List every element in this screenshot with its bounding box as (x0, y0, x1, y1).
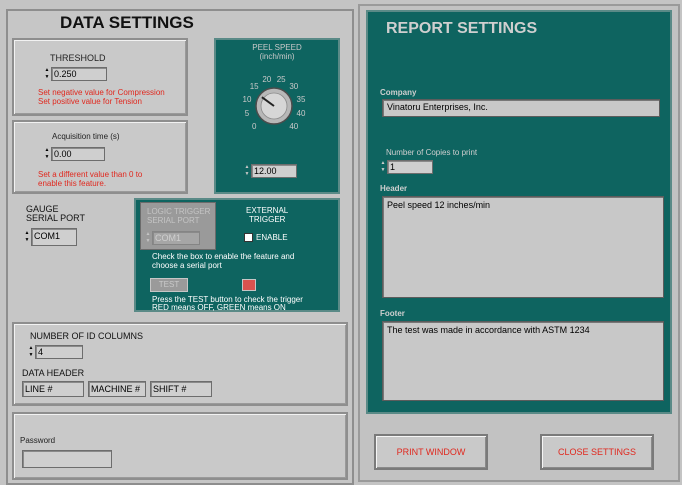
trigger-help-4: RED means OFF, GREEN means ON (152, 303, 286, 312)
trigger-help-1: Check the box to enable the feature and (152, 252, 295, 261)
header-textarea[interactable]: Peel speed 12 inches/min (382, 196, 664, 298)
header-field-shift[interactable]: SHIFT # (150, 381, 212, 397)
data-settings-title: DATA SETTINGS (60, 13, 194, 32)
logic-serial-label: SERIAL PORT (147, 216, 200, 225)
header-label: Header (380, 184, 408, 193)
dial-tick-label: 15 (250, 82, 259, 91)
external-trigger-label: EXTERNAL (246, 206, 289, 215)
dial-tick-label: 30 (289, 82, 298, 91)
trigger-panel: LOGIC TRIGGER SERIAL PORT ▲ ▼ COM1 EXTERN… (134, 198, 340, 312)
logic-trigger-label: LOGIC TRIGGER (147, 207, 211, 216)
copies-label: Number of Copies to print (386, 148, 478, 157)
data-header-label: DATA HEADER (22, 368, 85, 378)
id-columns-stepper[interactable]: ▲ ▼ (28, 345, 34, 359)
threshold-note-2: Set positive value for Tension (38, 97, 142, 106)
password-input[interactable] (22, 450, 112, 468)
footer-label: Footer (380, 309, 405, 318)
gauge-serial-label: SERIAL PORT (26, 213, 86, 223)
threshold-control: ▲ ▼ 0.250 (44, 67, 107, 81)
threshold-note-1: Set negative value for Compression (38, 88, 165, 97)
dial-tick-label: 35 (297, 95, 306, 104)
print-window-button[interactable]: PRINT WINDOW (374, 434, 488, 470)
gauge-port-select[interactable]: COM1 (31, 228, 77, 246)
company-input[interactable]: Vinatoru Enterprises, Inc. (382, 99, 660, 117)
acquisition-stepper[interactable]: ▲ ▼ (44, 147, 50, 161)
footer-textarea[interactable]: The test was made in accordance with AST… (382, 321, 664, 401)
gauge-port-stepper[interactable]: ▲ ▼ (24, 230, 30, 244)
password-label: Password (20, 436, 56, 445)
dial-tick-label: 40 (289, 122, 298, 131)
close-settings-button[interactable]: CLOSE SETTINGS (540, 434, 654, 470)
threshold-label: THRESHOLD (50, 53, 106, 63)
peel-speed-input[interactable]: 12.00 (251, 164, 297, 178)
enable-label: ENABLE (256, 233, 288, 242)
logic-port-select: COM1 (152, 231, 200, 245)
external-trigger-sublabel: TRIGGER (249, 215, 286, 224)
threshold-panel: THRESHOLD ▲ ▼ 0.250 Set negative value fo… (12, 38, 188, 116)
id-columns-label: NUMBER OF ID COLUMNS (30, 331, 144, 341)
header-field-machine[interactable]: MACHINE # (88, 381, 146, 397)
trigger-help-2: choose a serial port (152, 261, 222, 270)
password-panel: Password (12, 412, 348, 480)
logic-port-control: ▲ ▼ COM1 (145, 231, 200, 245)
acquisition-panel: Acquisition time (s) ▲ ▼ 0.00 Set a diffe… (12, 120, 188, 194)
enable-checkbox[interactable] (244, 233, 253, 242)
data-header-fields: LINE # MACHINE # SHIFT # (22, 381, 212, 397)
peel-speed-label: PEEL SPEED (252, 43, 302, 52)
dial-tick-label: 40 (297, 109, 306, 118)
dial-tick-label: 10 (243, 95, 252, 104)
acquisition-note-2: enable this feature. (38, 179, 107, 188)
logic-port-stepper: ▲ ▼ (145, 231, 151, 244)
logic-trigger-box: LOGIC TRIGGER SERIAL PORT ▲ ▼ COM1 (140, 202, 216, 250)
id-columns-control: ▲ ▼ 4 (28, 345, 83, 359)
threshold-stepper[interactable]: ▲ ▼ (44, 67, 50, 81)
acquisition-input[interactable]: 0.00 (51, 147, 105, 161)
id-columns-panel: NUMBER OF ID COLUMNS ▲ ▼ 4 DATA HEADER LI… (12, 322, 348, 406)
copies-input[interactable]: 1 (387, 160, 433, 174)
peel-speed-stepper[interactable]: ▲ ▼ (244, 164, 250, 178)
copies-control: ▲ ▼ 1 (380, 160, 433, 174)
gauge-control: ▲ ▼ COM1 (24, 228, 77, 246)
threshold-input[interactable]: 0.250 (51, 67, 107, 81)
dial-tick-label: 20 (262, 75, 271, 84)
peel-speed-panel: PEEL SPEED (inch/min) 0 5 10 15 20 25 30 35 40 40… (214, 38, 340, 194)
peel-speed-unit: (inch/min) (259, 52, 295, 61)
acquisition-control: ▲ ▼ 0.00 (44, 147, 105, 161)
company-label: Company (380, 88, 417, 97)
acquisition-label: Acquisition time (s) (52, 132, 120, 141)
id-columns-input[interactable]: 4 (35, 345, 83, 359)
peel-speed-control: ▲ ▼ 12.00 (244, 164, 297, 178)
trigger-status-led (242, 279, 256, 291)
dial-tick-label: 5 (245, 109, 250, 118)
dial-tick-label: 25 (277, 75, 286, 84)
test-button[interactable]: TEST (150, 278, 188, 292)
header-field-line[interactable]: LINE # (22, 381, 84, 397)
report-settings-panel: REPORT SETTINGS Company Vinatoru Enterpr… (366, 10, 672, 414)
dial-tick-label: 0 (252, 122, 257, 131)
peel-speed-dial[interactable]: 05101520 2530354040 (234, 64, 324, 140)
copies-stepper[interactable]: ▲ ▼ (380, 160, 386, 174)
acquisition-note-1: Set a different value than 0 to (38, 170, 143, 179)
report-settings-title: REPORT SETTINGS (386, 20, 538, 37)
